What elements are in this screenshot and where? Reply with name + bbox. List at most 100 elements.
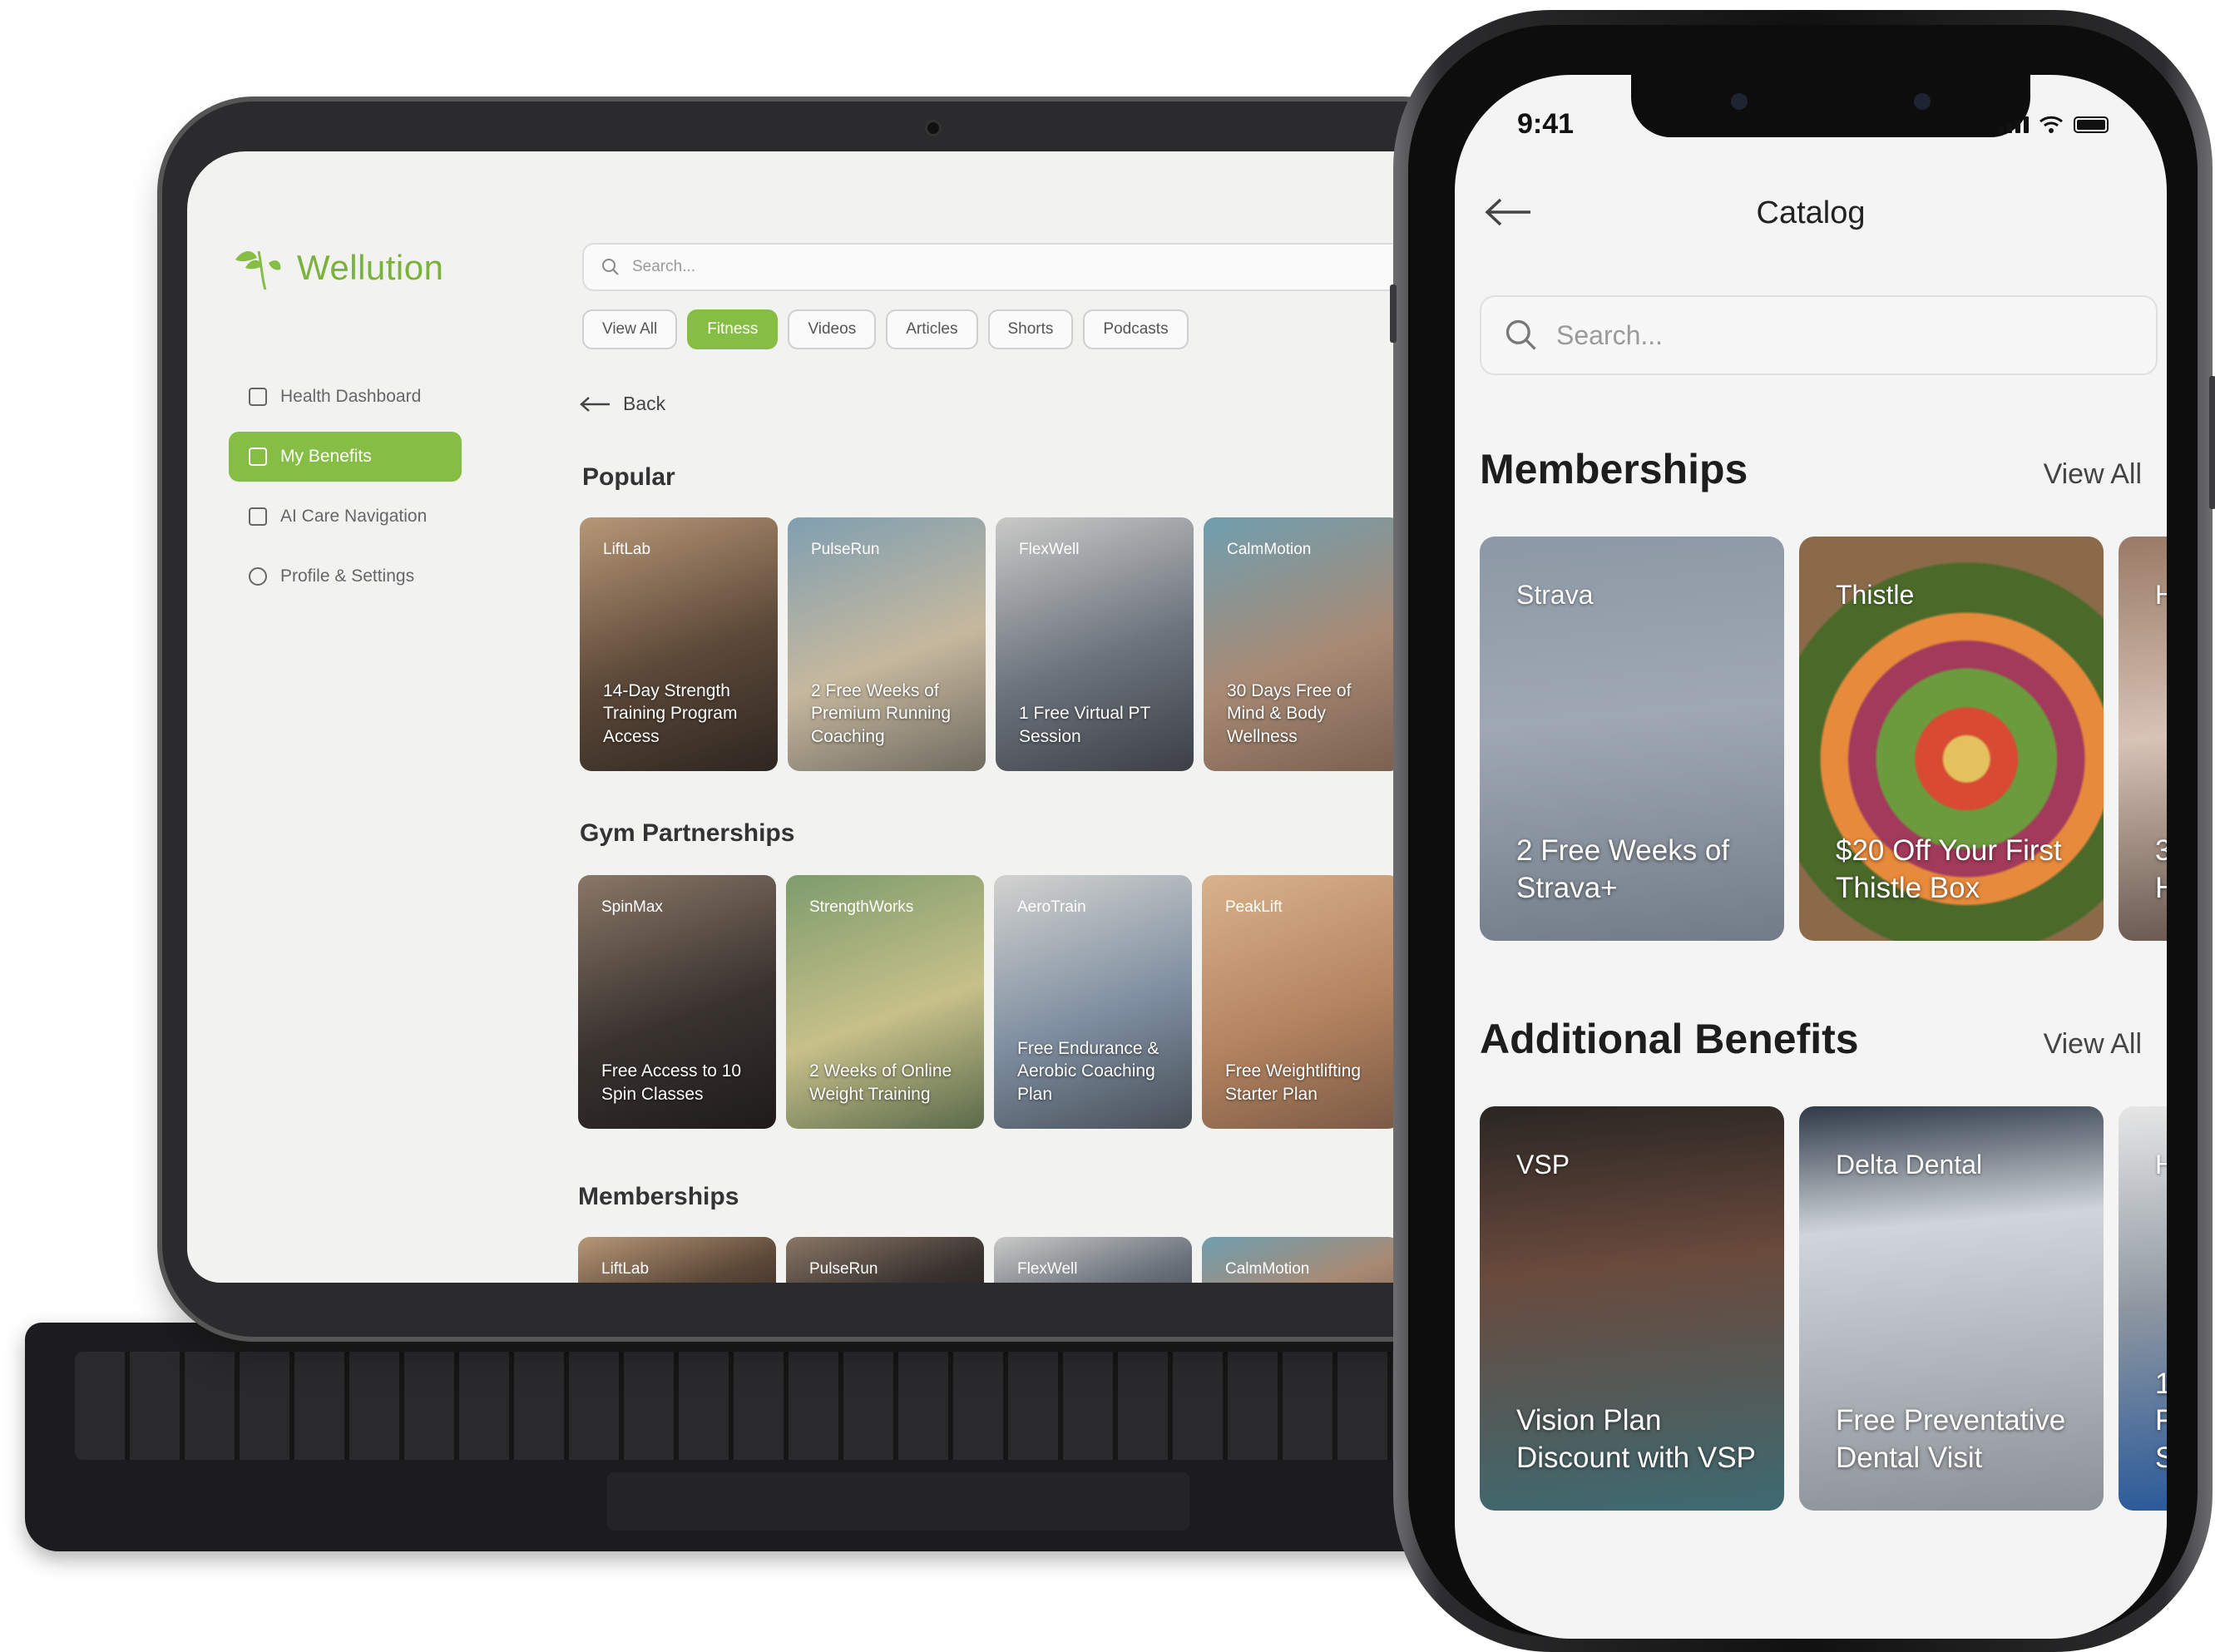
card-brand: FlexWell [1019,541,1080,558]
sidebar-item-label: My Benefits [280,447,372,466]
sidebar-nav: Health Dashboard My Benefits AI Care Nav… [229,372,462,611]
page-title: Catalog [1756,195,1866,230]
benefit-card[interactable]: LiftLab 14-Day Strength Training Program… [580,517,778,771]
benefit-card[interactable]: StrengthWorks 2 Weeks of Online Weight T… [786,875,984,1129]
search-icon [602,259,619,275]
card-brand: CalmMotion [1227,541,1312,558]
benefit-card[interactable]: Strava 2 Free Weeks of Strava+ [1480,537,1784,941]
search-input[interactable]: Search... [1480,295,2158,375]
benefit-card[interactable]: PulseRun 2 Free Weeks of Premium Running… [788,517,986,771]
popular-row: LiftLab 14-Day Strength Training Program… [580,517,1402,771]
section-header-memberships: Memberships View All [1480,445,2142,493]
card-brand: PulseRun [811,541,880,558]
section-header-additional-benefits: Additional Benefits View All [1480,1015,2142,1063]
card-offer: 2 Weeks of Online Weight Training [809,1061,952,1104]
chip-articles[interactable]: Articles [886,309,978,349]
clipboard-icon [249,388,267,406]
view-all-link[interactable]: View All [2044,1028,2142,1061]
search-placeholder: Search... [632,258,696,275]
benefit-card[interactable]: LiftLab [578,1237,776,1283]
card-brand: PulseRun [809,1260,878,1278]
benefit-card[interactable]: Thistle $20 Off Your First Thistle Box [1799,537,2104,941]
section-title-popular: Popular [582,463,675,491]
benefit-card[interactable]: H 1 F S [2119,1106,2167,1511]
memberships-row: LiftLab PulseRun FlexWell CalmMotion [578,1237,1400,1283]
card-offer: $20 Off Your First Thistle Box [1836,834,2062,905]
gym-partnerships-row: SpinMax Free Access to 10 Spin Classes S… [578,875,1400,1129]
chip-podcasts[interactable]: Podcasts [1083,309,1189,349]
battery-icon [2074,116,2109,133]
card-brand: Delta Dental [1836,1150,1983,1180]
medical-plus-icon [249,507,267,526]
card-offer: 2 Free Weeks of Premium Running Coaching [811,681,952,746]
leaf-logo-icon [235,250,281,290]
benefit-card[interactable]: VSP Vision Plan Discount with VSP [1480,1106,1784,1511]
chip-shorts[interactable]: Shorts [987,309,1074,349]
phone-notch [1631,75,2030,137]
section-title: Memberships [1480,446,1748,492]
benefit-card[interactable]: FlexWell 1 Free Virtual PT Session [996,517,1194,771]
card-brand: Thistle [1836,580,1915,610]
section-title-memberships: Memberships [578,1183,739,1210]
card-offer: 14-Day Strength Training Program Access [603,681,738,746]
card-brand: StrengthWorks [809,898,914,916]
card-brand: AeroTrain [1017,898,1086,916]
card-brand: LiftLab [603,541,651,558]
mute-switch [1390,284,1397,343]
card-brand: FlexWell [1017,1260,1078,1278]
section-title-gym-partnerships: Gym Partnerships [580,819,795,847]
additional-benefits-carousel: VSP Vision Plan Discount with VSP Delta … [1480,1106,2167,1511]
filter-chips: View All Fitness Videos Articles Shorts … [582,309,1189,349]
card-offer: Vision Plan Discount with VSP [1516,1404,1756,1475]
phone-screen: 9:41 Catalog Search... Memberships View … [1455,75,2167,1639]
sidebar-item-label: Profile & Settings [280,566,415,586]
card-brand: H [2155,580,2167,610]
benefit-card[interactable]: SpinMax Free Access to 10 Spin Classes [578,875,776,1129]
card-offer: Free Endurance & Aerobic Coaching Plan [1017,1039,1159,1104]
wifi-icon [2039,116,2063,133]
benefit-card[interactable]: FlexWell [994,1237,1192,1283]
card-offer: 1 Free Virtual PT Session [1019,704,1150,746]
card-brand: Strava [1516,580,1594,610]
card-offer: Free Access to 10 Spin Classes [601,1061,742,1104]
benefit-card[interactable]: H 3 H [2119,537,2167,941]
keyboard [25,1323,1489,1551]
back-label: Back [623,393,666,414]
brand-logo[interactable]: Wellution [229,243,443,293]
benefit-card[interactable]: AeroTrain Free Endurance & Aerobic Coach… [994,875,1192,1129]
chip-videos[interactable]: Videos [788,309,877,349]
sidebar-item-health-dashboard[interactable]: Health Dashboard [229,372,462,422]
section-title: Additional Benefits [1480,1016,1859,1062]
tablet-device: Wellution Health Dashboard My Benefits A… [162,101,1493,1337]
sidebar-item-label: AI Care Navigation [280,507,428,526]
status-time: 9:41 [1517,108,1575,140]
benefit-card[interactable]: Delta Dental Free Preventative Dental Vi… [1799,1106,2104,1511]
search-icon [1506,319,1536,350]
card-offer: 2 Free Weeks of Strava+ [1516,834,1730,905]
phone-device: 9:41 Catalog Search... Memberships View … [1390,10,2215,1652]
card-brand: CalmMotion [1225,1260,1310,1278]
benefit-card[interactable]: CalmMotion [1202,1237,1400,1283]
view-all-link[interactable]: View All [2044,458,2142,491]
power-button [2209,376,2215,509]
back-button[interactable]: Back [580,393,665,415]
sidebar-item-ai-care-navigation[interactable]: AI Care Navigation [229,492,462,542]
chip-view-all[interactable]: View All [582,309,678,349]
card-brand: H [2155,1150,2167,1180]
memberships-carousel: Strava 2 Free Weeks of Strava+ Thistle $… [1480,537,2167,941]
tablet-screen: Wellution Health Dashboard My Benefits A… [187,151,1485,1283]
tablet-camera [927,122,939,134]
search-input[interactable]: Search... [582,243,1485,291]
benefit-card[interactable]: PeakLift Free Weightlifting Starter Plan [1202,875,1400,1129]
sidebar-item-my-benefits[interactable]: My Benefits [229,432,462,482]
card-offer: 1 F S [2155,1367,2167,1475]
search-placeholder: Search... [1556,319,1664,350]
sidebar-item-profile-settings[interactable]: Profile & Settings [229,551,462,601]
benefit-card[interactable]: PulseRun [786,1237,984,1283]
benefit-card[interactable]: CalmMotion 30 Days Free of Mind & Body W… [1204,517,1402,771]
status-icons [1999,115,2109,133]
card-brand: PeakLift [1225,898,1283,916]
card-offer: Free Weightlifting Starter Plan [1225,1061,1362,1104]
chip-fitness[interactable]: Fitness [687,309,779,349]
user-circle-icon [249,567,267,586]
